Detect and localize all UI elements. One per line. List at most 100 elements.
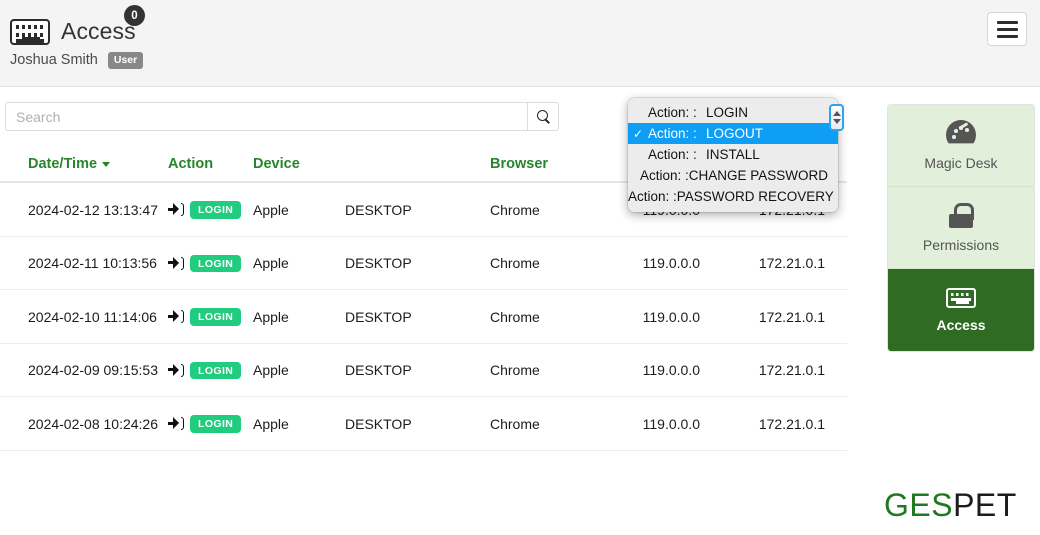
cell-ip-public: 119.0.0.0 xyxy=(600,289,722,344)
user-name: Joshua Smith xyxy=(10,52,98,69)
cell-browser: Chrome xyxy=(490,343,600,397)
option-value: LOGOUT xyxy=(706,126,764,141)
option-value: PASSWORD RECOVERY xyxy=(676,189,834,204)
column-header-browser[interactable]: Browser xyxy=(490,150,600,183)
dropdown-option-login[interactable]: Action: : LOGIN xyxy=(628,102,838,123)
cell-device-type: DESKTOP xyxy=(345,182,490,237)
sidebar-item-label: Permissions xyxy=(922,236,1000,253)
table-body: 2024-02-12 13:13:47 LOGIN Apple DESKTOP … xyxy=(0,182,847,451)
option-label: Action: : xyxy=(648,147,697,162)
action-badge: LOGIN xyxy=(190,308,242,326)
cell-device: Apple xyxy=(253,182,345,237)
cell-ip-local: 172.21.0.1 xyxy=(722,396,847,451)
cell-device-type: DESKTOP xyxy=(345,289,490,344)
cell-ip-public: 119.0.0.0 xyxy=(600,343,722,397)
cell-device-type: DESKTOP xyxy=(345,396,490,451)
cell-browser: Chrome xyxy=(490,236,600,290)
option-value: INSTALL xyxy=(706,147,760,162)
logo-part-pet: PET xyxy=(953,487,1017,523)
cell-action: LOGIN xyxy=(168,289,253,344)
brand-row: Access 0 xyxy=(10,5,145,45)
cell-action: LOGIN xyxy=(168,236,253,290)
action-badge: LOGIN xyxy=(190,254,242,272)
cell-datetime: 2024-02-10 11:14:06 xyxy=(0,289,168,344)
right-sidebar: Magic Desk Permissions Access xyxy=(887,104,1035,352)
sidebar-item-magic-desk[interactable]: Magic Desk xyxy=(888,105,1034,187)
cell-ip-public: 119.0.0.0 xyxy=(600,236,722,290)
option-check-icon: ✓ xyxy=(632,126,644,141)
cell-action: LOGIN xyxy=(168,396,253,451)
cell-device: Apple xyxy=(253,289,345,344)
table-row[interactable]: 2024-02-09 09:15:53 LOGIN Apple DESKTOP … xyxy=(0,343,847,397)
column-header-device[interactable]: Device xyxy=(253,150,345,183)
logo-part-ges: GES xyxy=(884,487,954,523)
sort-descending-icon xyxy=(102,161,111,167)
app-header: Access 0 Joshua Smith User xyxy=(0,0,1040,87)
keyboard-icon xyxy=(946,287,976,308)
hamburger-menu-icon[interactable] xyxy=(987,12,1027,46)
option-label: Action: : xyxy=(628,189,677,204)
lock-icon xyxy=(949,202,974,228)
sidebar-item-label: Access xyxy=(936,316,986,333)
gauge-icon xyxy=(946,120,976,146)
login-arrow-icon xyxy=(168,256,184,270)
column-header-action[interactable]: Action xyxy=(168,150,253,183)
table-row[interactable]: 2024-02-08 10:24:26 LOGIN Apple DESKTOP … xyxy=(0,396,847,451)
cell-ip-local: 172.21.0.1 xyxy=(722,343,847,397)
action-badge: LOGIN xyxy=(190,415,242,433)
dropdown-option-install[interactable]: Action: : INSTALL xyxy=(628,144,838,165)
sidebar-item-permissions[interactable]: Permissions xyxy=(888,187,1034,269)
cell-ip-local: 172.21.0.1 xyxy=(722,289,847,344)
sidebar-item-label: Magic Desk xyxy=(924,155,998,171)
gespet-logo: GESPET xyxy=(884,487,1017,524)
cell-browser: Chrome xyxy=(490,289,600,344)
brand-block: Access 0 Joshua Smith User xyxy=(10,5,145,69)
search-input[interactable] xyxy=(5,102,528,131)
cell-device-type: DESKTOP xyxy=(345,236,490,290)
cell-ip-local: 172.21.0.1 xyxy=(722,236,847,290)
action-filter-dropdown[interactable]: Action: : LOGIN ✓ Action: : LOGOUT Actio… xyxy=(628,98,838,212)
notification-count-badge: 0 xyxy=(124,5,145,26)
cell-datetime: 2024-02-09 09:15:53 xyxy=(0,343,168,397)
cell-device: Apple xyxy=(253,396,345,451)
action-badge: LOGIN xyxy=(190,201,242,219)
sidebar-item-access[interactable]: Access xyxy=(888,269,1034,351)
option-label: Action: : xyxy=(648,126,697,141)
cell-browser: Chrome xyxy=(490,396,600,451)
option-value: LOGIN xyxy=(706,105,749,120)
option-label: Action: : xyxy=(639,168,689,183)
column-header-datetime[interactable]: Date/Time xyxy=(0,150,168,183)
dropdown-option-change-password[interactable]: Action: : CHANGE PASSWORD xyxy=(628,165,838,186)
user-role-badge: User xyxy=(107,52,144,69)
dropdown-option-logout[interactable]: ✓ Action: : LOGOUT xyxy=(628,123,838,144)
column-header-device-type[interactable] xyxy=(345,150,490,183)
cell-ip-public: 119.0.0.0 xyxy=(600,396,722,451)
login-arrow-icon xyxy=(168,417,184,431)
table-row[interactable]: 2024-02-10 11:14:06 LOGIN Apple DESKTOP … xyxy=(0,289,847,344)
cell-device: Apple xyxy=(253,236,345,290)
option-value: CHANGE PASSWORD xyxy=(688,168,828,183)
cell-device: Apple xyxy=(253,343,345,397)
cell-device-type: DESKTOP xyxy=(345,343,490,397)
cell-datetime: 2024-02-11 10:13:56 xyxy=(0,236,168,290)
cell-datetime: 2024-02-12 13:13:47 xyxy=(0,182,168,237)
keyboard-icon xyxy=(10,18,50,45)
select-stepper-icon[interactable] xyxy=(829,104,844,131)
login-arrow-icon xyxy=(168,310,184,324)
cell-browser: Chrome xyxy=(490,182,600,237)
search-button[interactable] xyxy=(527,102,559,131)
cell-action: LOGIN xyxy=(168,343,253,397)
search-bar xyxy=(5,102,559,131)
login-arrow-icon xyxy=(168,203,184,217)
cell-datetime: 2024-02-08 10:24:26 xyxy=(0,396,168,451)
user-info: Joshua Smith User xyxy=(10,52,144,69)
login-arrow-icon xyxy=(168,363,184,377)
cell-action: LOGIN xyxy=(168,182,253,237)
table-row[interactable]: 2024-02-11 10:13:56 LOGIN Apple DESKTOP … xyxy=(0,236,847,290)
search-icon xyxy=(536,110,550,123)
column-header-datetime-label: Date/Time xyxy=(28,156,98,172)
option-label: Action: : xyxy=(648,105,697,120)
action-badge: LOGIN xyxy=(190,361,242,379)
dropdown-option-password-recovery[interactable]: Action: : PASSWORD RECOVERY xyxy=(628,186,838,207)
page-title: Access xyxy=(61,18,136,44)
